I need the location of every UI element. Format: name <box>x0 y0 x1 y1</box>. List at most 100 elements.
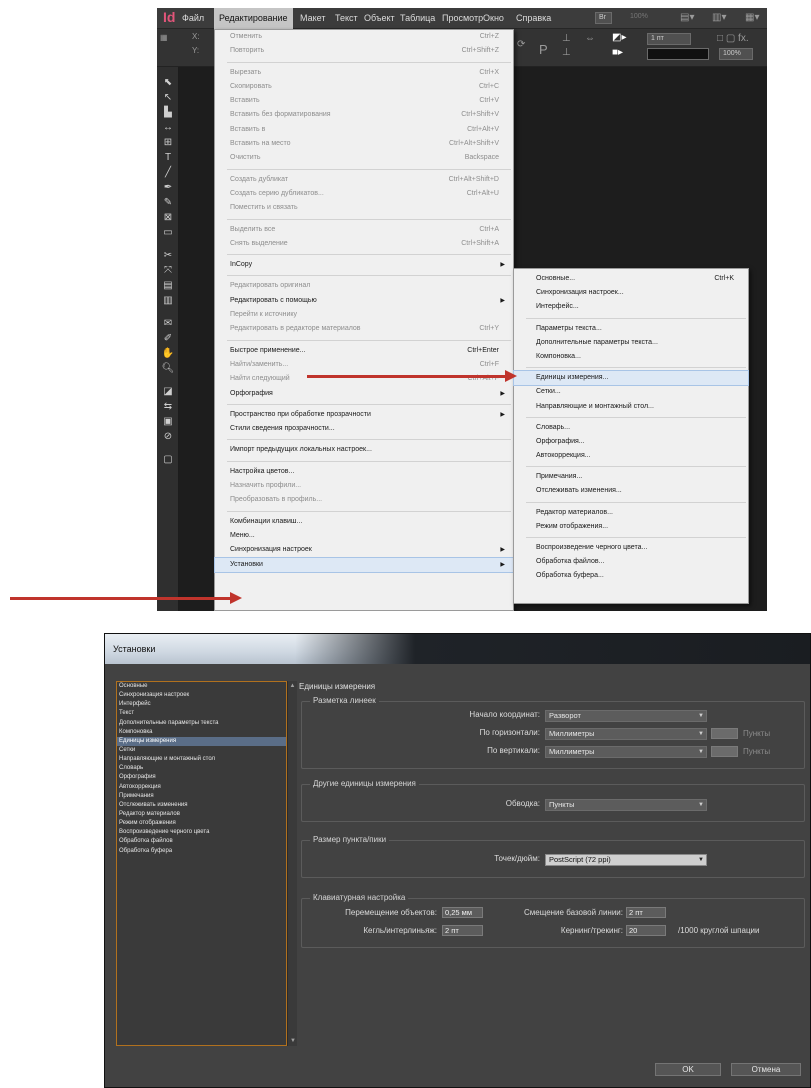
menu-item-обработка-файлов[interactable]: Обработка файлов... <box>514 555 748 569</box>
frame-fitting-icon[interactable]: □ ▢ fx. <box>717 33 749 44</box>
rotate-icon[interactable]: ⟳ <box>517 39 525 50</box>
menu-item-настройка-цветов[interactable]: Настройка цветов... <box>215 465 513 479</box>
menu-item-единицы-измерения[interactable]: Единицы измерения... <box>513 370 749 387</box>
ok-button[interactable]: OK <box>655 1063 721 1076</box>
scissors-tool-icon[interactable]: ✂ <box>157 248 179 263</box>
menu-макет[interactable]: Макет <box>295 8 330 29</box>
menu-item-стили-сведения-прозрачности[interactable]: Стили сведения прозрачности... <box>215 422 513 436</box>
page-tool-icon[interactable]: ▙ <box>157 105 179 120</box>
menu-item-меню[interactable]: Меню... <box>215 529 513 543</box>
pen-tool-icon[interactable]: ✒ <box>157 180 179 195</box>
menu-item-компоновка[interactable]: Компоновка... <box>514 350 748 364</box>
y-field-icon[interactable]: Y: <box>192 46 199 55</box>
menubar-zoom[interactable]: 100% <box>627 12 661 24</box>
category-item[interactable]: Обработка файлов <box>117 837 286 846</box>
category-item[interactable]: Воспроизведение черного цвета <box>117 828 286 837</box>
rectangle-frame-tool-icon[interactable]: ⊠ <box>157 210 179 225</box>
menu-item-обработка-буфера[interactable]: Обработка буфера... <box>514 569 748 583</box>
ppi-select[interactable]: PostScript (72 ppi) ▼ <box>545 854 707 866</box>
fill-swatch-icon[interactable]: ◩▸ <box>612 32 626 43</box>
menu-item-редактировать-оригинал[interactable]: Редактировать оригинал <box>215 279 513 293</box>
menu-item-редактировать-в-редакторе-материалов[interactable]: Редактировать в редакторе материалов Ctrl… <box>215 322 513 336</box>
distribute-icon[interactable]: ⊥ <box>562 47 571 58</box>
scroll-down-icon[interactable]: ▼ <box>288 1036 298 1046</box>
cancel-button[interactable]: Отмена <box>731 1063 801 1076</box>
align-icon[interactable]: ⊥ <box>562 33 571 44</box>
gradient-feather-tool-icon[interactable]: ▥ <box>157 293 179 308</box>
stroke-style-field[interactable] <box>647 48 709 60</box>
menu-item-очистить[interactable]: Очистить Backspace <box>215 151 513 165</box>
note-tool-icon[interactable]: ✉ <box>157 316 179 331</box>
stroke-units-select[interactable]: Пункты ▼ <box>545 799 707 811</box>
category-item[interactable]: Компоновка <box>117 728 286 737</box>
menu-item-синхронизация-настроек[interactable]: Синхронизация настроек ▶ <box>215 543 513 557</box>
menu-item-вырезать[interactable]: Вырезать Ctrl+X <box>215 66 513 80</box>
direct-selection-tool-icon[interactable]: ↖ <box>157 90 179 105</box>
menu-item-редактор-материалов[interactable]: Редактор материалов... <box>514 506 748 520</box>
category-item[interactable]: Обработка буфера <box>117 847 286 856</box>
type-tool-icon[interactable]: T <box>157 150 179 165</box>
category-item[interactable]: Направляющие и монтажный стол <box>117 755 286 764</box>
category-item[interactable]: Примечания <box>117 792 286 801</box>
menu-таблица[interactable]: Таблица <box>395 8 440 29</box>
free-transform-tool-icon[interactable]: ⤧ <box>157 263 179 278</box>
menu-item-перейти-к-источнику[interactable]: Перейти к источнику <box>215 308 513 322</box>
menu-item-направляющие-и-монтажный-стол[interactable]: Направляющие и монтажный стол... <box>514 400 748 414</box>
dialog-title-bar[interactable]: Установки <box>105 634 810 664</box>
menu-item-вставить-в[interactable]: Вставить в Ctrl+Alt+V <box>215 123 513 137</box>
category-item[interactable]: Дополнительные параметры текста <box>117 719 286 728</box>
size-leading-field[interactable]: 2 пт <box>442 925 483 936</box>
menu-item-создать-дубликат[interactable]: Создать дубликат Ctrl+Alt+Shift+D <box>215 173 513 187</box>
x-field-icon[interactable]: X: <box>192 32 200 41</box>
hand-tool-icon[interactable]: ✋ <box>157 346 179 361</box>
selection-tool-icon[interactable]: ⬉ <box>157 75 179 90</box>
menu-item-вставить[interactable]: Вставить Ctrl+V <box>215 94 513 108</box>
menu-item-вставить-без-форматирования[interactable]: Вставить без форматирования Ctrl+Shift+V <box>215 108 513 122</box>
category-item[interactable]: Интерфейс <box>117 700 286 709</box>
menu-item-установки[interactable]: Установки ▶ <box>214 556 514 573</box>
category-item[interactable]: Основные <box>117 682 286 691</box>
menu-item-дополнительные-параметры-текста[interactable]: Дополнительные параметры текста... <box>514 336 748 350</box>
menu-item-воспроизведение-черного-цвета[interactable]: Воспроизведение черного цвета... <box>514 541 748 555</box>
menu-item-быстрое-применение[interactable]: Быстрое применение... Ctrl+Enter <box>215 344 513 358</box>
category-item[interactable]: Текст <box>117 709 286 718</box>
scroll-up-icon[interactable]: ▲ <box>288 681 297 691</box>
menu-item-поместить-и-связать[interactable]: Поместить и связать <box>215 201 513 215</box>
menu-item-пространство-при-обработке-прозрачности[interactable]: Пространство при обработке прозрачности ▶ <box>215 408 513 422</box>
formatting-container-icon[interactable]: ▣ <box>157 414 179 429</box>
gap-tool-icon[interactable]: ↔ <box>157 120 179 135</box>
vertical-points-field[interactable] <box>711 746 738 757</box>
category-item[interactable]: Орфография <box>117 773 286 782</box>
stroke-weight-field[interactable]: 1 пт <box>647 33 691 45</box>
menu-item-импорт-предыдущих-локальных-настроек[interactable]: Импорт предыдущих локальных настроек... <box>215 443 513 457</box>
menu-item-автокоррекция[interactable]: Автокоррекция... <box>514 449 748 463</box>
category-item[interactable]: Сетки <box>117 746 286 755</box>
category-item[interactable]: Режим отображения <box>117 819 286 828</box>
view-options-icon[interactable]: ▤▾ <box>680 12 694 23</box>
fill-stroke-icon[interactable]: ◪ <box>157 384 179 399</box>
category-item[interactable]: Единицы измерения <box>117 736 286 746</box>
gradient-swatch-tool-icon[interactable]: ▤ <box>157 278 179 293</box>
category-item[interactable]: Автокоррекция <box>117 783 286 792</box>
menu-item-словарь[interactable]: Словарь... <box>514 421 748 435</box>
menu-окно[interactable]: Окно <box>478 8 509 29</box>
category-scrollbar[interactable]: ▲ ▼ <box>287 681 297 1046</box>
menu-item-интерфейс[interactable]: Интерфейс... <box>514 300 748 314</box>
eyedropper-tool-icon[interactable]: ✐ <box>157 331 179 346</box>
menu-текст[interactable]: Текст <box>330 8 363 29</box>
screen-mode-icon[interactable]: ▥▾ <box>712 12 726 23</box>
menu-item-вставить-на-место[interactable]: Вставить на место Ctrl+Alt+Shift+V <box>215 137 513 151</box>
opacity-field[interactable]: 100% <box>719 48 753 60</box>
horizontal-points-field[interactable] <box>711 728 738 739</box>
menu-item-найти-заменить[interactable]: Найти/заменить... Ctrl+F <box>215 358 513 372</box>
zoom-tool-icon[interactable]: 🔍︎ <box>157 361 179 376</box>
menu-item-назначить-профили[interactable]: Назначить профили... <box>215 479 513 493</box>
menu-редактирование[interactable]: Редактирование <box>214 8 293 29</box>
menu-item-сетки[interactable]: Сетки... <box>514 385 748 399</box>
category-item[interactable]: Словарь <box>117 764 286 773</box>
horizontal-units-select[interactable]: Миллиметры ▼ <box>545 728 707 740</box>
menu-item-редактировать-с-помощью[interactable]: Редактировать с помощью ▶ <box>215 294 513 308</box>
category-item[interactable]: Редактор материалов <box>117 810 286 819</box>
menu-item-орфография[interactable]: Орфография ▶ <box>215 387 513 401</box>
reference-point-icon[interactable]: ▦ <box>160 33 168 42</box>
